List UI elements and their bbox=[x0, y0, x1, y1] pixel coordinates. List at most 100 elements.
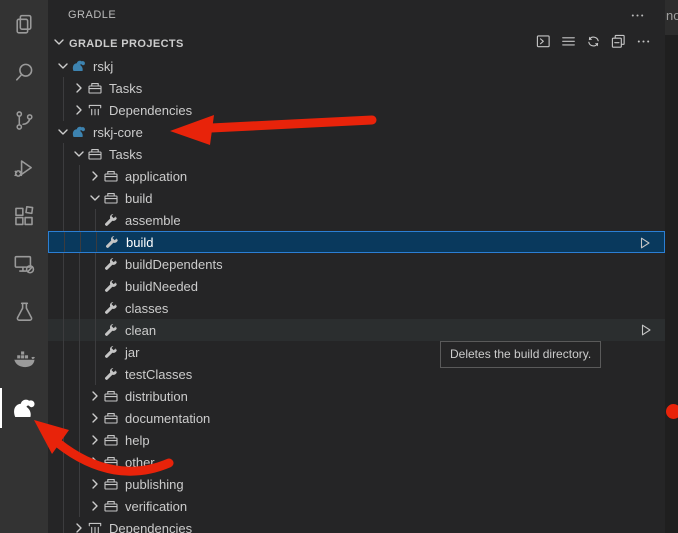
tree-item-verification[interactable]: verification bbox=[48, 495, 665, 517]
tree-item-assemble[interactable]: assemble bbox=[48, 209, 665, 231]
indent-guide bbox=[79, 385, 80, 407]
tree-item-rskj-core[interactable]: rskj-core bbox=[48, 121, 665, 143]
tree-item-classes[interactable]: classes bbox=[48, 297, 665, 319]
indent-guide bbox=[63, 253, 64, 275]
dependencies-icon bbox=[87, 520, 103, 533]
chevron-right-icon[interactable] bbox=[87, 476, 103, 492]
indent-guide bbox=[79, 319, 80, 341]
run-task-button[interactable] bbox=[535, 36, 551, 52]
section-header-gradle-projects[interactable]: GRADLE PROJECTS bbox=[48, 33, 665, 55]
tree-item-dependencies[interactable]: Dependencies bbox=[48, 99, 665, 121]
indent-guide bbox=[95, 209, 96, 231]
tree-item-label: clean bbox=[125, 323, 156, 338]
tree-item-help[interactable]: help bbox=[48, 429, 665, 451]
indent-guide bbox=[63, 385, 64, 407]
beaker-icon bbox=[12, 300, 37, 325]
collapse-all-button[interactable] bbox=[610, 36, 626, 52]
chevron-right-icon[interactable] bbox=[71, 80, 87, 96]
tree-item-application[interactable]: application bbox=[48, 165, 665, 187]
indent-guide bbox=[79, 187, 80, 209]
tree-item-label: distribution bbox=[125, 389, 188, 404]
refresh-button[interactable] bbox=[585, 36, 601, 52]
indent-guide bbox=[79, 165, 80, 187]
chevron-down-icon[interactable] bbox=[71, 146, 87, 162]
chevron-right-icon[interactable] bbox=[87, 410, 103, 426]
tree-item-buildneeded[interactable]: buildNeeded bbox=[48, 275, 665, 297]
indent-guide bbox=[79, 341, 80, 363]
indent-guide bbox=[63, 99, 64, 121]
tree-item-dependencies[interactable]: Dependencies bbox=[48, 517, 665, 533]
activity-bar-item-remote-explorer[interactable] bbox=[0, 240, 48, 288]
wrench-icon bbox=[103, 344, 119, 360]
more-actions-button[interactable] bbox=[635, 36, 651, 52]
chevron-right-icon[interactable] bbox=[71, 102, 87, 118]
indent-guide bbox=[95, 275, 96, 297]
chevron-right-icon[interactable] bbox=[71, 520, 87, 533]
tree-item-label: documentation bbox=[125, 411, 210, 426]
chevron-right-icon[interactable] bbox=[87, 432, 103, 448]
collapse-all-icon bbox=[611, 34, 626, 54]
indent-guide bbox=[64, 232, 65, 252]
indent-guide bbox=[95, 253, 96, 275]
tree-item-build[interactable]: build bbox=[48, 187, 665, 209]
indent-guide bbox=[63, 187, 64, 209]
chevron-down-icon[interactable] bbox=[55, 124, 71, 140]
folder-icon bbox=[103, 388, 119, 404]
indent-guide bbox=[63, 77, 64, 99]
indent-guide bbox=[63, 495, 64, 517]
activity-bar-item-extensions[interactable] bbox=[0, 192, 48, 240]
wrench-icon bbox=[103, 256, 119, 272]
wrench-icon bbox=[103, 212, 119, 228]
indent-guide bbox=[79, 495, 80, 517]
chevron-right-icon[interactable] bbox=[87, 168, 103, 184]
gradle-project-icon bbox=[71, 124, 87, 140]
folder-icon bbox=[103, 190, 119, 206]
tree-item-label: Dependencies bbox=[109, 521, 192, 533]
wrench-icon bbox=[103, 300, 119, 316]
activity-bar-item-docker[interactable] bbox=[0, 336, 48, 384]
indent-guide bbox=[63, 209, 64, 231]
flat-list-button[interactable] bbox=[560, 36, 576, 52]
folder-icon bbox=[87, 80, 103, 96]
tree-item-distribution[interactable]: distribution bbox=[48, 385, 665, 407]
folder-icon bbox=[103, 498, 119, 514]
section-title: GRADLE PROJECTS bbox=[69, 38, 535, 50]
tree-item-build[interactable]: build bbox=[48, 231, 665, 253]
tree-item-rskj[interactable]: rskj bbox=[48, 55, 665, 77]
run-task-play-icon[interactable] bbox=[638, 236, 652, 250]
activity-bar-item-gradle[interactable] bbox=[0, 384, 48, 432]
activity-bar-item-run-debug[interactable] bbox=[0, 144, 48, 192]
refresh-icon bbox=[586, 34, 601, 54]
chevron-right-icon[interactable] bbox=[87, 498, 103, 514]
indent-guide bbox=[79, 297, 80, 319]
docker-whale-icon bbox=[12, 348, 37, 373]
chevron-right-icon[interactable] bbox=[87, 454, 103, 470]
chevron-down-icon[interactable] bbox=[87, 190, 103, 206]
list-flat-icon bbox=[561, 34, 576, 54]
tree-item-tasks[interactable]: Tasks bbox=[48, 143, 665, 165]
extensions-icon bbox=[12, 204, 37, 229]
tree-item-label: application bbox=[125, 169, 187, 184]
tree-item-publishing[interactable]: publishing bbox=[48, 473, 665, 495]
editor-tab-strip: no bbox=[665, 0, 678, 35]
chevron-right-icon[interactable] bbox=[87, 388, 103, 404]
tree-item-tasks[interactable]: Tasks bbox=[48, 77, 665, 99]
ellipsis-icon[interactable] bbox=[630, 8, 645, 28]
chevron-down-icon[interactable] bbox=[55, 58, 71, 74]
tree-item-label: testClasses bbox=[125, 367, 192, 382]
indent-guide bbox=[63, 429, 64, 451]
run-task-play-icon[interactable] bbox=[639, 323, 653, 337]
tree-item-other[interactable]: other bbox=[48, 451, 665, 473]
tree-item-label: buildNeeded bbox=[125, 279, 198, 294]
tree-item-clean[interactable]: clean bbox=[48, 319, 665, 341]
files-icon bbox=[12, 12, 37, 37]
activity-bar-item-explorer[interactable] bbox=[0, 0, 48, 48]
tree-item-label: rskj bbox=[93, 59, 113, 74]
activity-bar-item-search[interactable] bbox=[0, 48, 48, 96]
activity-bar-item-testing[interactable] bbox=[0, 288, 48, 336]
tree-item-label: verification bbox=[125, 499, 187, 514]
tree-item-builddependents[interactable]: buildDependents bbox=[48, 253, 665, 275]
tree-item-documentation[interactable]: documentation bbox=[48, 407, 665, 429]
activity-bar-item-source-control[interactable] bbox=[0, 96, 48, 144]
indent-guide bbox=[63, 319, 64, 341]
